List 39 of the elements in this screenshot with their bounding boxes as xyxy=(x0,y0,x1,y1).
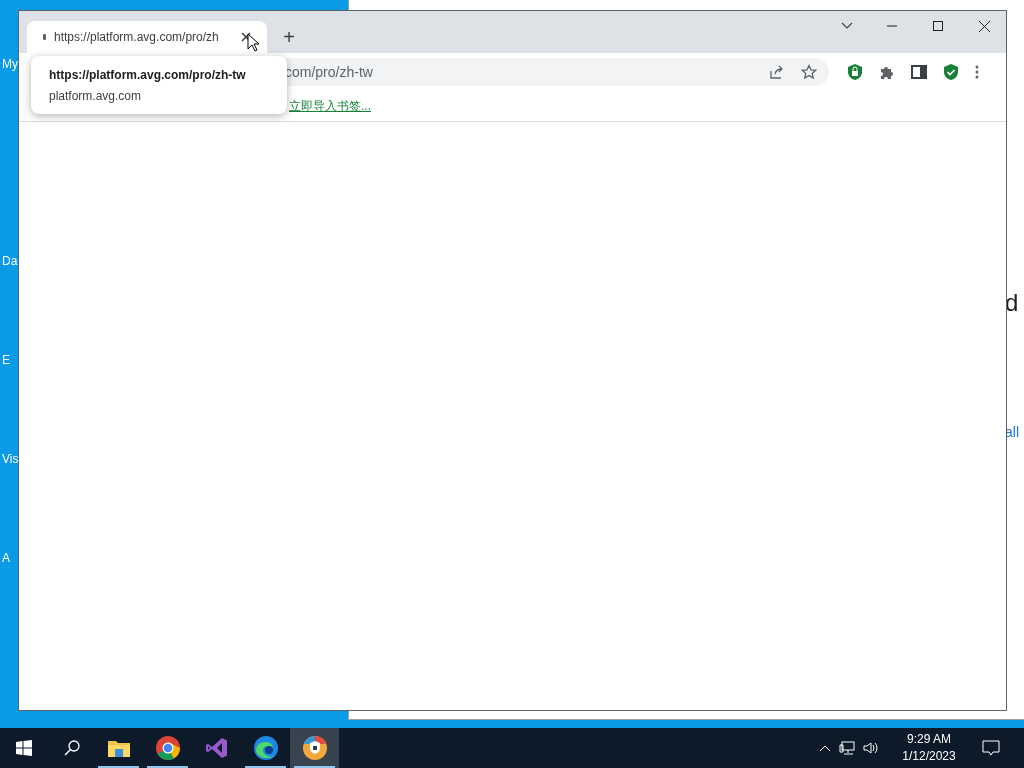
shield-browser-icon xyxy=(301,735,328,761)
close-icon[interactable] xyxy=(979,20,990,32)
tab-title: https://platform.avg.com/pro/zh xyxy=(54,29,220,46)
desktop-icon-label[interactable]: A xyxy=(2,552,10,564)
clock-time: 9:29 AM xyxy=(907,731,951,748)
tooltip-domain: platform.avg.com xyxy=(49,87,143,105)
search-icon[interactable] xyxy=(64,740,80,756)
windows-start-icon[interactable] xyxy=(16,740,32,756)
clock-date: 1/12/2023 xyxy=(902,748,956,765)
new-tab-button[interactable]: + xyxy=(279,27,299,47)
address-text: com/pro/zh-tw xyxy=(285,62,374,82)
browser-tab[interactable]: https://platform.avg.com/pro/zh xyxy=(27,21,267,53)
desktop-icon-label[interactable]: Da xyxy=(2,255,18,267)
desktop-icon-label[interactable]: E xyxy=(2,354,10,366)
star-icon[interactable] xyxy=(801,64,817,80)
speaker-icon[interactable] xyxy=(863,741,879,755)
clock[interactable]: 9:29 AM 1/12/2023 xyxy=(891,731,967,765)
chevron-down-icon[interactable] xyxy=(841,22,853,30)
puzzle-icon[interactable] xyxy=(879,64,895,80)
close-icon[interactable] xyxy=(241,32,251,42)
folder-icon xyxy=(106,738,131,758)
desktop-icon-label[interactable]: My xyxy=(2,58,18,70)
cursor-icon xyxy=(247,33,260,52)
chrome-icon xyxy=(154,735,181,761)
notification-icon[interactable] xyxy=(982,739,1000,757)
shield-check-icon[interactable] xyxy=(943,63,959,81)
chevron-up-icon[interactable] xyxy=(819,744,831,752)
tab-favicon-icon xyxy=(43,34,46,40)
infinity-logo-icon xyxy=(204,736,229,760)
share-icon[interactable] xyxy=(769,64,785,80)
shield-lock-icon[interactable] xyxy=(847,63,863,81)
side-panel-icon[interactable] xyxy=(911,64,927,80)
edge-icon xyxy=(252,735,279,761)
import-bookmarks-link[interactable]: 立即导入书签... xyxy=(289,97,371,115)
taskbar-app[interactable] xyxy=(290,728,339,768)
desktop-icon-label[interactable]: Vis xyxy=(2,453,19,465)
more-icon[interactable] xyxy=(975,64,979,80)
maximize-icon[interactable] xyxy=(933,21,943,31)
network-icon[interactable] xyxy=(839,741,855,755)
